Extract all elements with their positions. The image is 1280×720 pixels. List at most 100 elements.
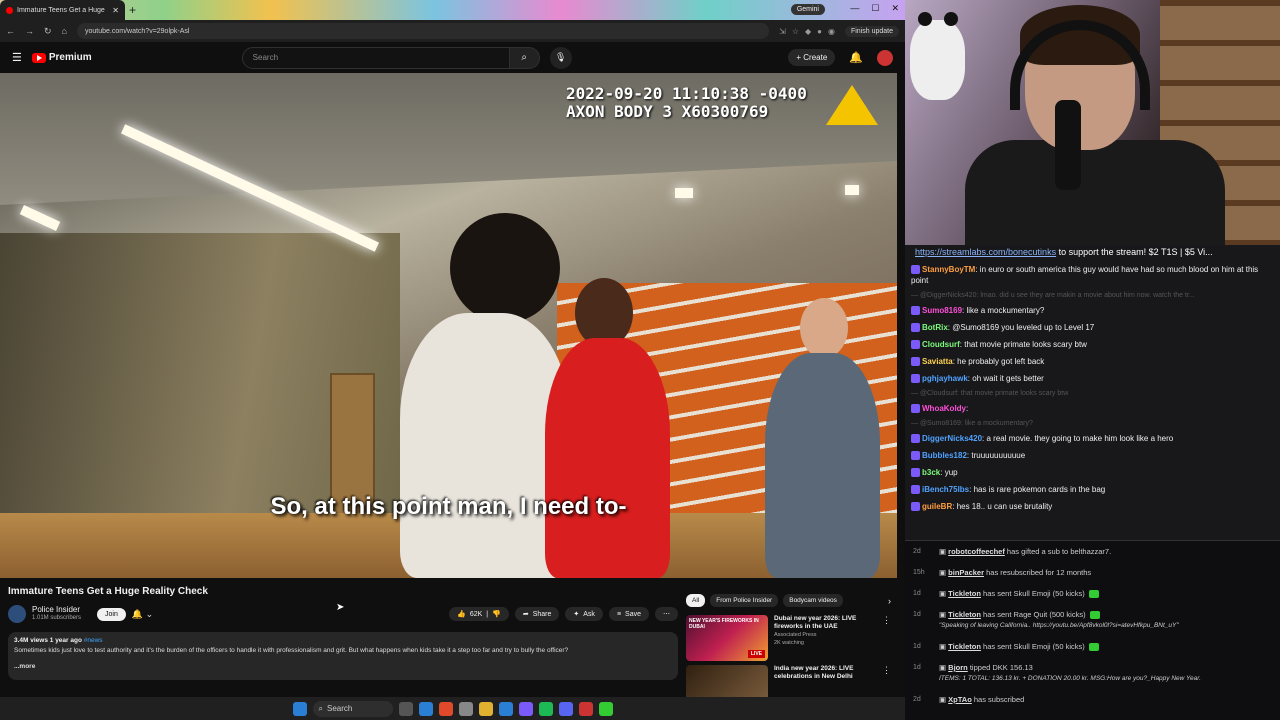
chat-username[interactable]: WhoaKoldy	[922, 404, 966, 413]
search-icon: ⌕	[318, 703, 323, 713]
chat-username[interactable]: pghjayhawk	[922, 374, 968, 383]
chat-message: WhoaKoldy:	[905, 400, 1280, 417]
bodycam-timestamp: 2022-09-20 11:10:38 -0400 AXON BODY 3 X6…	[566, 85, 807, 121]
video-player[interactable]: 2022-09-20 11:10:38 -0400 AXON BODY 3 X6…	[0, 73, 897, 578]
chat-username[interactable]: DiggerNicks420	[922, 434, 982, 443]
spotify-icon[interactable]	[538, 701, 553, 716]
search-button[interactable]: ⌕	[509, 46, 540, 69]
video-person-red-shirt	[545, 338, 670, 578]
chat-username[interactable]: Sumo8169	[922, 306, 962, 315]
chat-reply-context: — @Cloudsurf: that movie primate looks s…	[905, 387, 1280, 400]
extension-icon[interactable]: ●	[817, 27, 822, 36]
maximize-icon[interactable]: ☐	[871, 3, 879, 14]
close-window-icon[interactable]: ✕	[891, 3, 899, 14]
minimize-icon[interactable]: —	[850, 3, 859, 14]
video-meta: 3.4M views 1 year ago #news	[14, 636, 672, 646]
bookmark-star-icon[interactable]: ☆	[792, 27, 799, 36]
taskbar-search[interactable]: ⌕ Search	[312, 700, 393, 717]
description-box[interactable]: 3.4M views 1 year ago #news Sometimes ki…	[8, 632, 678, 680]
event-username[interactable]: Tickleton	[948, 642, 981, 651]
chip-bodycam[interactable]: Bodycam videos	[783, 594, 843, 607]
app-icon[interactable]	[498, 701, 513, 716]
video-person-head	[450, 213, 560, 323]
install-icon[interactable]: ⇲	[779, 27, 786, 36]
chat-badge-icon	[911, 340, 920, 350]
app-icon[interactable]	[518, 701, 533, 716]
video-person-gray-shirt	[765, 353, 880, 578]
chat-text: — @DiggerNicks420: lmao. did u see they …	[911, 292, 1195, 299]
voice-search-button[interactable]: 🎙	[549, 46, 572, 69]
chat-username[interactable]: guileBR	[922, 502, 952, 511]
forward-icon[interactable]: →	[25, 26, 34, 36]
search-input[interactable]: Search	[241, 46, 510, 69]
new-tab-icon[interactable]: +	[129, 3, 136, 17]
create-button[interactable]: + Create	[788, 49, 836, 66]
chat-username[interactable]: b3ck	[922, 468, 940, 477]
event-username[interactable]: XpTAo	[948, 695, 972, 704]
youtube-logo[interactable]: Premium	[31, 52, 92, 63]
like-count: 62K	[469, 610, 483, 618]
hashtag-link[interactable]: #news	[84, 637, 103, 644]
kick-icon[interactable]	[598, 701, 613, 716]
share-button[interactable]: ➦ Share	[514, 607, 560, 621]
channel-avatar[interactable]	[8, 605, 26, 623]
file-explorer-icon[interactable]	[478, 701, 493, 716]
kebab-menu-icon[interactable]: ⋮	[882, 665, 891, 697]
ask-button[interactable]: ✦ Ask	[565, 607, 603, 621]
channel-info[interactable]: Police Insider 1.01M subscribers	[32, 605, 81, 623]
url-field[interactable]: youtube.com/watch?v=29olpk-Asl	[76, 23, 770, 39]
video-actions: 👍 62K | 👎 ➦ Share ✦ Ask ≡ Save ⋯	[449, 607, 678, 621]
extension-icon[interactable]: ◆	[805, 27, 811, 36]
event-username[interactable]: Tickleton	[948, 589, 981, 598]
event-username[interactable]: binPacker	[948, 568, 984, 577]
subscribe-bell-icon[interactable]: 🔔 ⌄	[132, 609, 153, 620]
tab-active[interactable]: Immature Teens Get a Huge ✕	[0, 0, 125, 20]
gemini-button[interactable]: Gemini	[790, 4, 825, 15]
finish-update-button[interactable]: Finish update	[844, 25, 899, 37]
chat-username[interactable]: StannyBoyTM	[922, 265, 975, 274]
app-icon[interactable]	[458, 701, 473, 716]
chip-all[interactable]: All	[686, 594, 706, 607]
chrome-icon[interactable]	[438, 701, 453, 716]
event-text: has sent Skull Emoji (50 kicks)	[980, 642, 1085, 651]
event-time: 1d	[913, 590, 921, 597]
recommended-video[interactable]: India new year 2026: LIVE celebrations i…	[686, 665, 891, 697]
reload-icon[interactable]: ↻	[44, 26, 52, 37]
back-icon[interactable]: ←	[6, 26, 15, 36]
event-type-icon: ▣	[939, 589, 949, 598]
menu-icon[interactable]: ☰	[12, 51, 22, 64]
chat-username[interactable]: BotRix	[922, 323, 948, 332]
streamlabs-link[interactable]: https://streamlabs.com/bonecutinks	[915, 247, 1056, 257]
event-username[interactable]: robotcoffeechef	[948, 547, 1005, 556]
close-tab-icon[interactable]: ✕	[112, 6, 119, 15]
chat-username[interactable]: Bubbles182	[922, 451, 967, 460]
chat-username[interactable]: iBench75lbs	[922, 485, 969, 494]
chip-from-channel[interactable]: From Police Insider	[710, 594, 779, 607]
app-icon[interactable]	[578, 701, 593, 716]
event-username[interactable]: Tickleton	[948, 610, 981, 619]
more-icon: ⋯	[663, 611, 670, 618]
chat-message: Bubbles182: truuuuuuuuuue	[905, 447, 1280, 464]
windows-start-icon[interactable]	[292, 701, 307, 716]
notifications-bell-icon[interactable]: 🔔	[849, 51, 863, 64]
event-username[interactable]: Bjorn	[948, 663, 968, 672]
more-link[interactable]: ...more	[14, 662, 672, 672]
account-avatar[interactable]	[877, 49, 893, 66]
like-button[interactable]: 👍 62K | 👎	[449, 607, 509, 621]
kebab-menu-icon[interactable]: ⋮	[882, 615, 891, 659]
chat-badge-icon	[911, 468, 920, 478]
chat-username[interactable]: Cloudsurf	[922, 340, 960, 349]
thumbs-down-icon[interactable]: 👎	[492, 610, 501, 618]
taskview-icon[interactable]	[398, 701, 413, 716]
save-button[interactable]: ≡ Save	[608, 607, 649, 621]
share-icon: ➦	[522, 611, 529, 618]
chevron-right-icon[interactable]: ›	[888, 596, 891, 606]
home-icon[interactable]: ⌂	[62, 26, 67, 36]
recommended-video[interactable]: NEW YEAR'S FIREWORKS IN DUBAI LIVE Dubai …	[686, 615, 891, 661]
edge-icon[interactable]	[418, 701, 433, 716]
more-actions-button[interactable]: ⋯	[655, 607, 678, 621]
profile-icon[interactable]: ◉	[828, 27, 835, 36]
discord-icon[interactable]	[558, 701, 573, 716]
chat-username[interactable]: Saviatta	[922, 357, 953, 366]
join-button[interactable]: Join	[97, 607, 126, 621]
